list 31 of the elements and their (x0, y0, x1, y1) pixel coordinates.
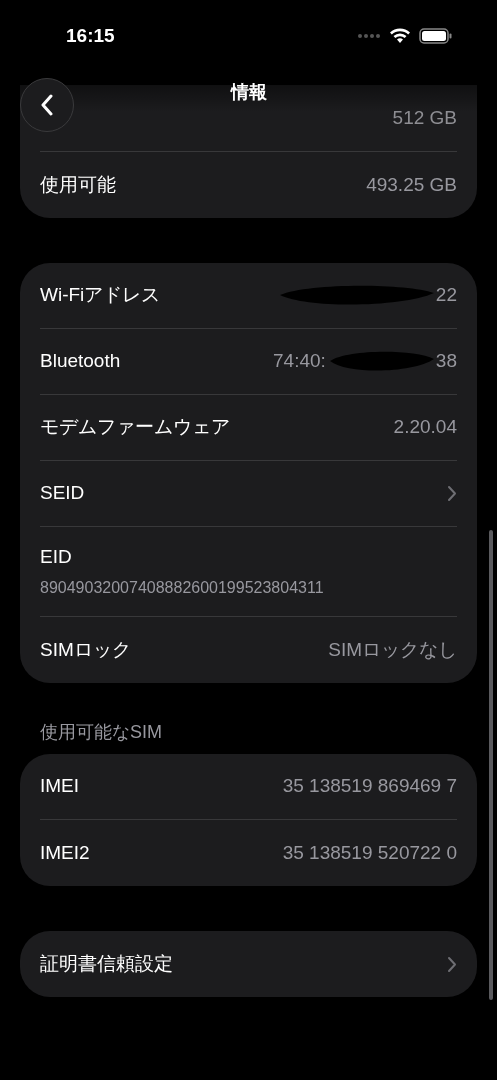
page-title: 情報 (230, 80, 267, 104)
row-value: 512 GB (392, 105, 457, 130)
row-value: SIMロックなし (328, 637, 457, 662)
section-header: 使用可能なSIM (39, 721, 163, 744)
row-value: 2.20.04 (393, 415, 457, 440)
row-label: SIMロック (40, 637, 131, 662)
battery-icon (419, 28, 453, 44)
status-time: 16:15 (66, 23, 115, 48)
row-value: 38 (435, 349, 457, 374)
row-label: IMEI (40, 774, 80, 799)
row-label: Bluetooth (40, 349, 121, 374)
row-value: 493.25 GB (366, 172, 457, 197)
settings-row[interactable]: SEID (40, 461, 457, 527)
row-label: 使用可能 (40, 172, 116, 197)
settings-row[interactable]: 証明書信頼設定 (40, 931, 457, 997)
row-value: 74:40: (273, 349, 326, 374)
row-value: 22 (435, 283, 457, 308)
row-value: 35 138519 869469 7 (282, 774, 457, 799)
chevron-right-icon (447, 485, 457, 502)
row-label: モデムファームウェア (40, 415, 230, 440)
signal-icon (357, 33, 381, 39)
row-label: 証明書信頼設定 (40, 951, 173, 976)
row-label: Wi-Fiアドレス (40, 283, 161, 308)
wifi-icon (389, 28, 411, 44)
row-value: 35 138519 520722 0 (282, 840, 457, 865)
chevron-left-icon (40, 94, 54, 116)
chevron-right-icon (447, 955, 457, 973)
row-label: IMEI2 (40, 840, 90, 865)
row-label: EID (40, 545, 72, 570)
row-value: 89049032007408882600199523804311 (40, 577, 324, 598)
row-label: SEID (40, 481, 85, 506)
